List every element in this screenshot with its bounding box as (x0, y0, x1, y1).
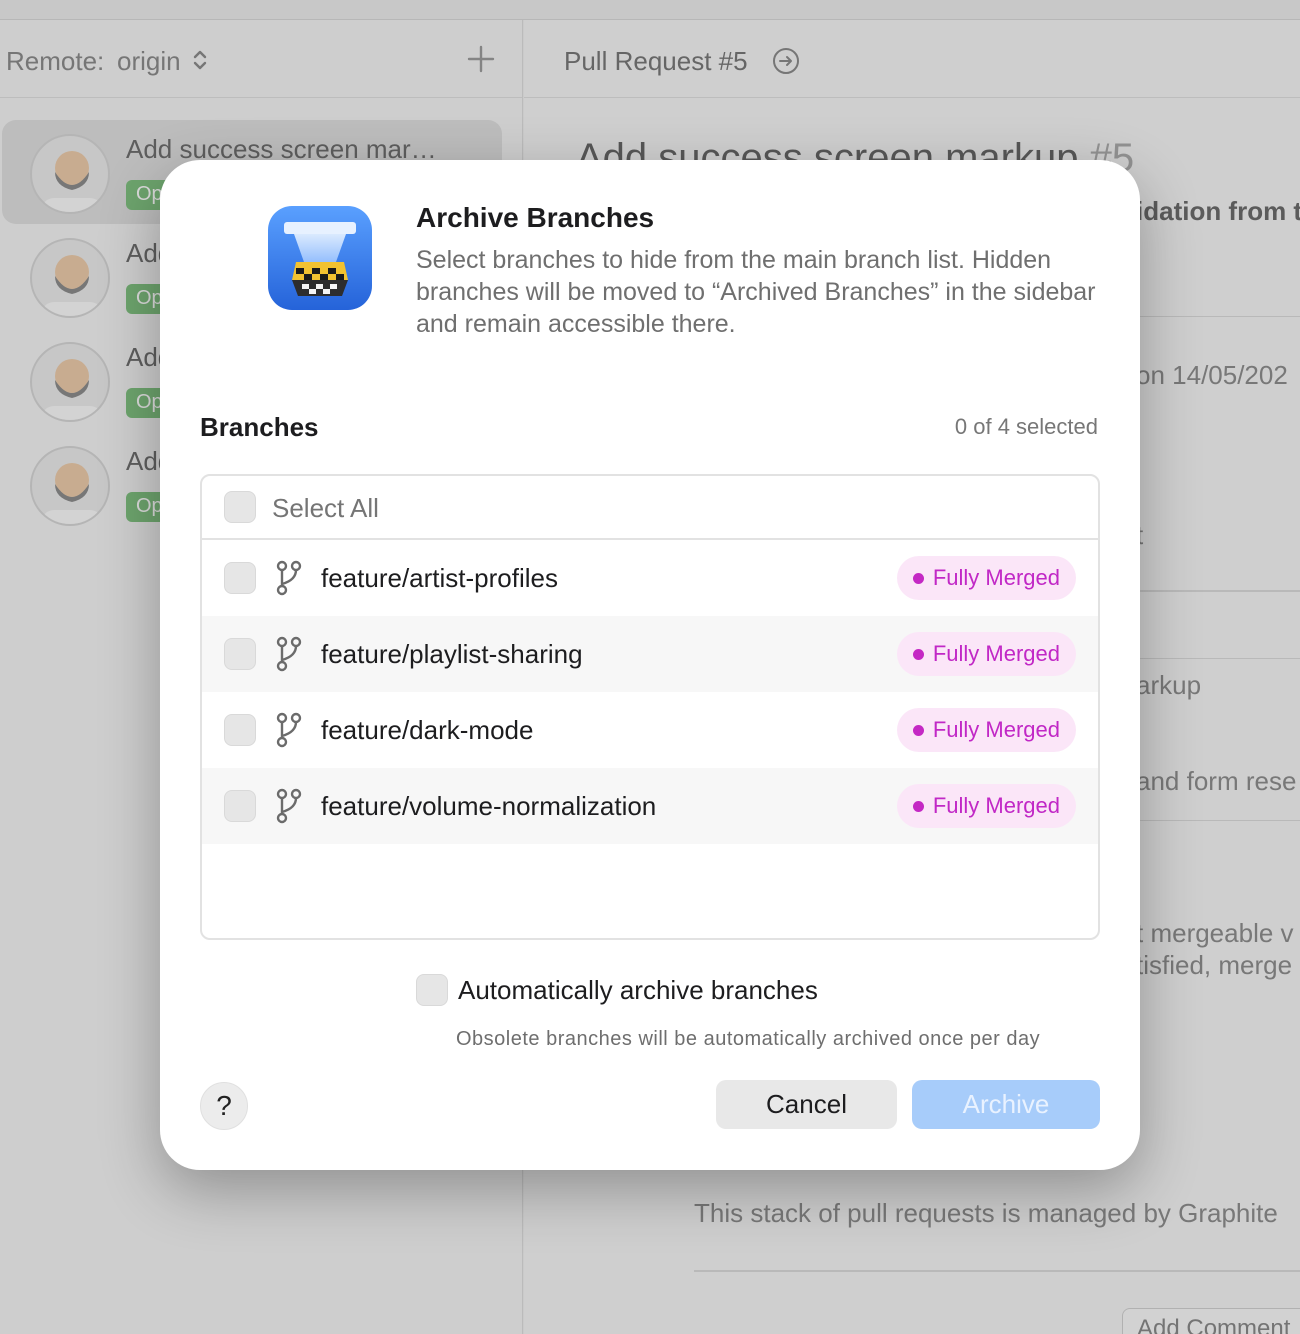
branch-checkbox[interactable] (224, 714, 256, 746)
cancel-button[interactable]: Cancel (716, 1080, 897, 1129)
branch-name: feature/dark-mode (321, 715, 534, 745)
badge-label: Fully Merged (932, 565, 1060, 590)
branch-name: feature/artist-profiles (321, 563, 558, 593)
fully-merged-badge: Fully Merged (896, 632, 1076, 676)
app-icon (268, 206, 372, 310)
status-dot-icon (912, 649, 924, 660)
select-all-label: Select All (272, 493, 379, 523)
auto-archive-hint: Obsolete branches will be automatically … (456, 1028, 1041, 1050)
branch-checkbox[interactable] (224, 638, 256, 670)
archive-branches-dialog: Archive Branches Select branches to hide… (160, 160, 1140, 1170)
select-all-row[interactable]: Select All (202, 476, 1098, 540)
dialog-title: Archive Branches (416, 202, 655, 233)
archive-button[interactable]: Archive (912, 1080, 1100, 1129)
branch-checkbox[interactable] (224, 562, 256, 594)
badge-label: Fully Merged (932, 641, 1060, 666)
branch-icon (276, 636, 302, 672)
branch-name: feature/volume-normalization (321, 791, 657, 821)
status-dot-icon (912, 801, 924, 812)
auto-archive-checkbox[interactable] (416, 974, 448, 1006)
branch-row[interactable]: feature/artist-profiles Fully Merged (202, 540, 1098, 616)
auto-archive-label[interactable]: Automatically archive branches (458, 975, 818, 1006)
branches-section-label: Branches (200, 412, 319, 442)
branch-row[interactable]: feature/dark-mode Fully Merged (202, 692, 1098, 768)
branch-name: feature/playlist-sharing (321, 639, 583, 669)
dialog-description: Select branches to hide from the main br… (416, 246, 1096, 338)
branch-list: Select All feature/artist-profiles Fully… (200, 474, 1100, 940)
badge-label: Fully Merged (932, 793, 1060, 818)
branch-checkbox[interactable] (224, 790, 256, 822)
status-dot-icon (912, 725, 924, 736)
help-button[interactable]: ? (200, 1082, 248, 1130)
fully-merged-badge: Fully Merged (896, 556, 1076, 600)
status-dot-icon (912, 573, 924, 584)
branch-icon (276, 788, 302, 824)
branch-icon (276, 712, 302, 748)
branch-row[interactable]: feature/playlist-sharing Fully Merged (202, 616, 1098, 692)
badge-label: Fully Merged (932, 717, 1060, 742)
select-all-checkbox[interactable] (224, 491, 256, 523)
selected-count: 0 of 4 selected (954, 414, 1098, 439)
fully-merged-badge: Fully Merged (896, 708, 1076, 752)
branch-row[interactable]: feature/volume-normalization Fully Merge… (202, 768, 1098, 844)
branch-icon (276, 560, 302, 596)
fully-merged-badge: Fully Merged (896, 784, 1076, 828)
